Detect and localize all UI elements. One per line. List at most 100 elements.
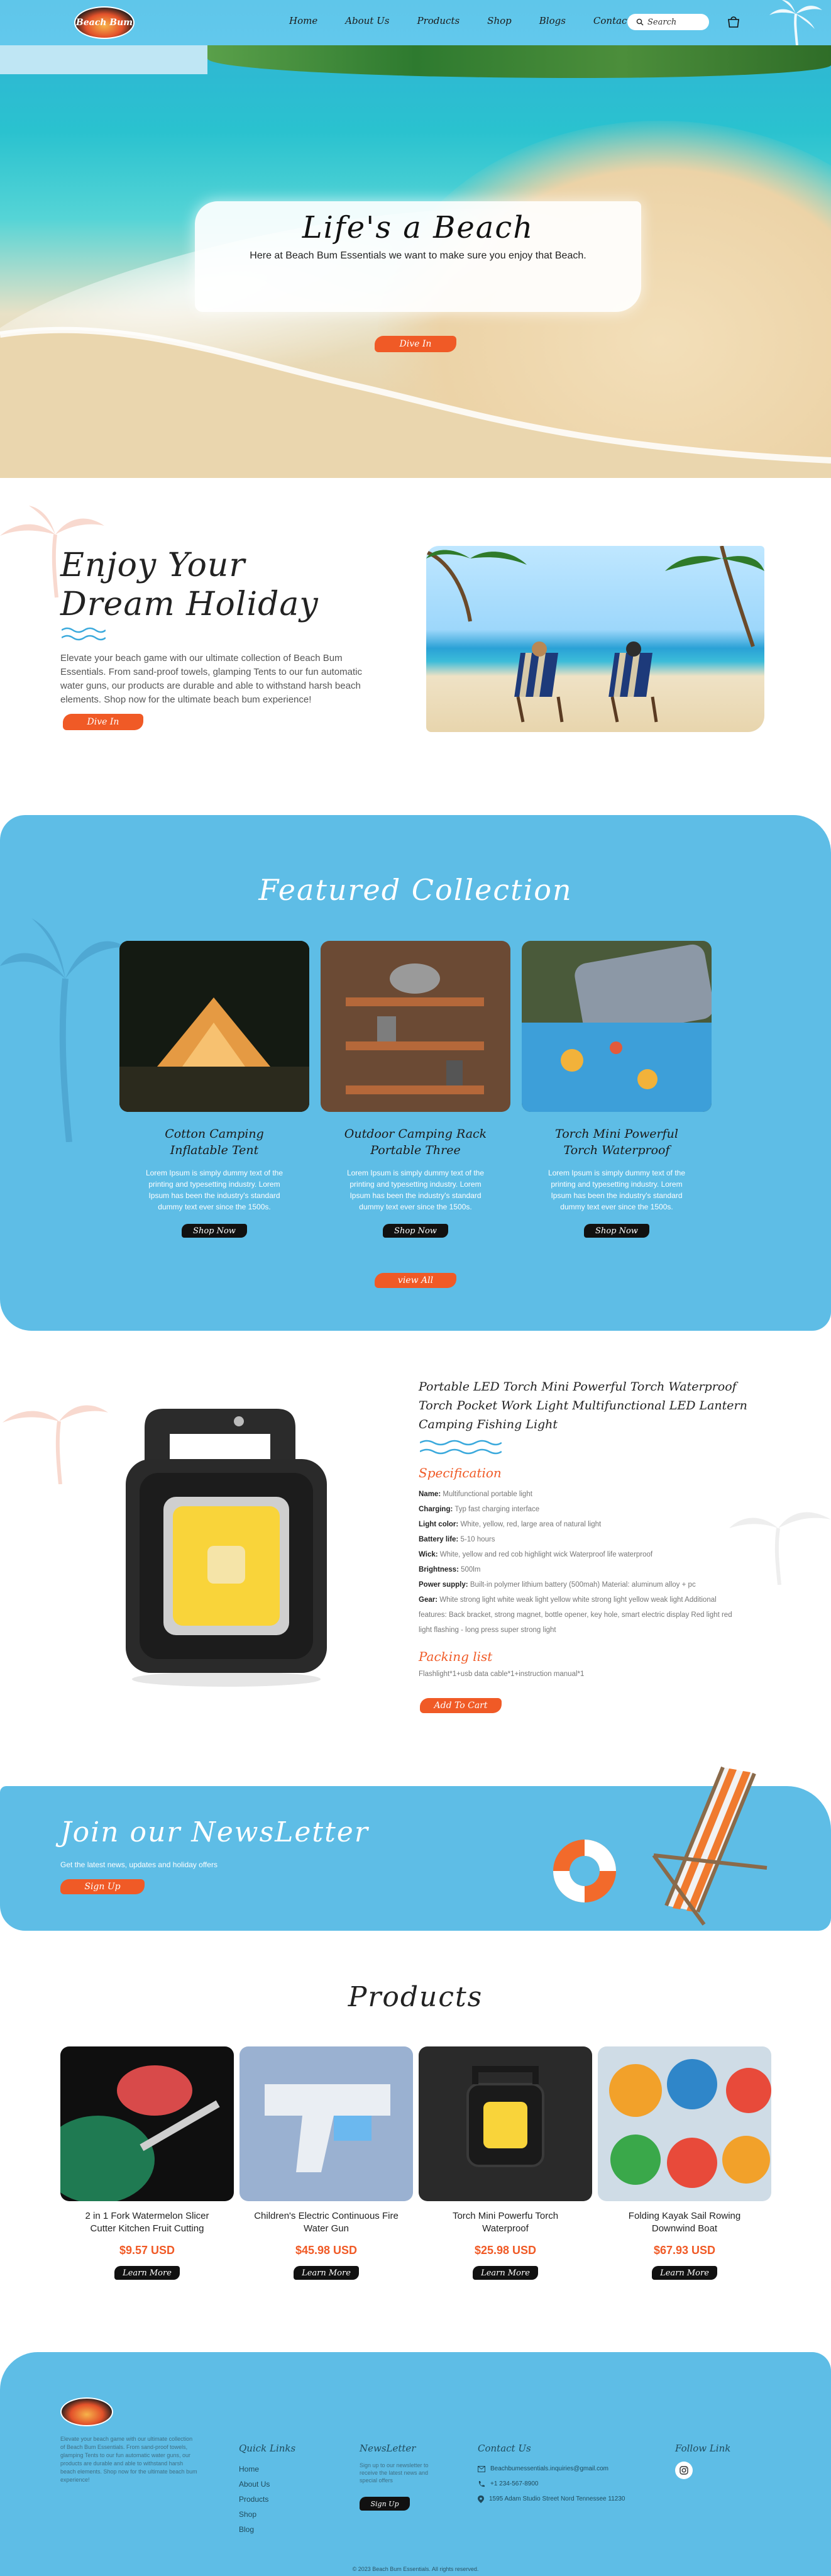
shop-now-button[interactable]: Shop Now bbox=[182, 1224, 247, 1238]
footer-signup-button[interactable]: Sign Up bbox=[360, 2497, 410, 2511]
main-nav: Home About Us Products Shop Blogs Contac… bbox=[289, 15, 647, 26]
featured-card: Outdoor Camping Rack Portable Three Lorem… bbox=[321, 941, 510, 1238]
learn-more-button[interactable]: Learn More bbox=[114, 2266, 180, 2280]
product-card[interactable]: Children's Electric Continuous Fire Wate… bbox=[239, 2046, 413, 2280]
hero-trees bbox=[207, 45, 831, 78]
holiday-title-line2: Dream Holiday bbox=[60, 586, 319, 623]
product-name: Folding Kayak Sail Rowing Downwind Boat bbox=[628, 2211, 741, 2234]
footer-link-about[interactable]: About Us bbox=[239, 2477, 295, 2492]
footer-contact: Contact Us Beachbumessentials.inquiries@… bbox=[478, 2443, 625, 2507]
footer-link-products[interactable]: Products bbox=[239, 2492, 295, 2507]
water-gun-image bbox=[239, 2046, 413, 2201]
palm-tree-decoration bbox=[769, 0, 822, 45]
footer-logo[interactable] bbox=[60, 2397, 113, 2426]
nav-home[interactable]: Home bbox=[289, 15, 317, 26]
watermelon-slicer-image bbox=[60, 2046, 234, 2201]
product-title: Portable LED Torch Mini Powerful Torch W… bbox=[419, 1380, 747, 1431]
footer-newsletter: NewsLetter Sign up to our newsletter to … bbox=[360, 2443, 435, 2511]
logo-text: Beach Bum bbox=[75, 18, 133, 28]
featured-name: Torch Mini Powerful Torch Waterproof bbox=[555, 1127, 678, 1157]
holiday-text: Elevate your beach game with our ultimat… bbox=[60, 653, 362, 705]
cart-icon[interactable] bbox=[727, 15, 740, 29]
follow-heading: Follow Link bbox=[675, 2443, 731, 2454]
camping-rack-image bbox=[321, 941, 510, 1112]
hero-title: Life's a Beach bbox=[302, 210, 534, 245]
beach-chairs-image bbox=[426, 546, 764, 732]
learn-more-button[interactable]: Learn More bbox=[473, 2266, 538, 2280]
product-card[interactable]: Folding Kayak Sail Rowing Downwind Boat … bbox=[598, 2046, 771, 2280]
product-price: $25.98 USD bbox=[474, 2244, 537, 2257]
search-placeholder: Search bbox=[647, 17, 677, 27]
product-name: Children's Electric Continuous Fire Wate… bbox=[254, 2211, 399, 2234]
featured-card: Cotton Camping Inflatable Tent Lorem Ipsu… bbox=[119, 941, 309, 1238]
featured-section: Featured Collection Cotton Camping Inflat… bbox=[0, 815, 831, 1331]
footer-follow: Follow Link bbox=[675, 2443, 730, 2479]
palm-decoration-left-2 bbox=[3, 1405, 108, 1484]
footer-newsletter-text: Sign up to our newsletter to receive the… bbox=[360, 2462, 429, 2484]
holiday-dive-in-button[interactable]: Dive In bbox=[63, 714, 143, 730]
kayak-sail-image bbox=[598, 2046, 771, 2201]
nav-products[interactable]: Products bbox=[417, 15, 460, 26]
life-ring-icon bbox=[553, 1840, 616, 1902]
featured-title: Featured Collection bbox=[258, 873, 573, 907]
product-card[interactable]: 2 in 1 Fork Watermelon Slicer Cutter Kit… bbox=[60, 2046, 234, 2280]
contact-phone[interactable]: +1 234-567-8900 bbox=[478, 2477, 625, 2492]
spec-heading: Specification bbox=[419, 1465, 502, 1480]
hero-sky bbox=[0, 45, 207, 74]
spec-row: Gear: White strong light white weak ligh… bbox=[419, 1596, 732, 1634]
spec-row: Light color: White, yellow, red, large a… bbox=[419, 1521, 602, 1528]
featured-text: Lorem Ipsum is simply dummy text of the … bbox=[145, 1169, 283, 1211]
spec-list: Name: Multifunctional portable light Cha… bbox=[419, 1487, 746, 1638]
copyright: © 2023 Beach Bum Essentials. All rights … bbox=[352, 2566, 479, 2572]
nav-about[interactable]: About Us bbox=[345, 15, 389, 26]
phone-icon bbox=[478, 2481, 485, 2487]
product-card[interactable]: Torch Mini Powerfu Torch Waterproof $25.… bbox=[419, 2046, 592, 2280]
shop-now-button[interactable]: Shop Now bbox=[584, 1224, 649, 1238]
quick-links: Quick Links Home About Us Products Shop … bbox=[239, 2443, 295, 2537]
nav-blogs[interactable]: Blogs bbox=[539, 15, 566, 26]
hero-shore-foam bbox=[0, 326, 831, 478]
product-name: 2 in 1 Fork Watermelon Slicer Cutter Kit… bbox=[85, 2211, 209, 2234]
learn-more-button[interactable]: Learn More bbox=[652, 2266, 717, 2280]
product-name: Torch Mini Powerfu Torch Waterproof bbox=[452, 2211, 559, 2234]
shop-now-button[interactable]: Shop Now bbox=[383, 1224, 448, 1238]
product-price: $45.98 USD bbox=[295, 2244, 358, 2257]
spec-row: Wick: White, yellow and red cob highligh… bbox=[419, 1551, 653, 1558]
search-icon bbox=[636, 18, 644, 26]
newsletter-section: Join our NewsLetter Get the latest news,… bbox=[0, 1766, 831, 1931]
led-torch-image bbox=[113, 1396, 339, 1692]
newsletter-subtitle: Get the latest news, updates and holiday… bbox=[60, 1860, 217, 1869]
site-header: Beach Bum Home About Us Products Shop Bl… bbox=[0, 0, 831, 45]
featured-name: Cotton Camping Inflatable Tent bbox=[165, 1127, 264, 1157]
wavy-lines-icon bbox=[420, 1440, 502, 1455]
beach-chair-icon bbox=[652, 1766, 768, 1926]
footer-link-shop[interactable]: Shop bbox=[239, 2507, 295, 2522]
add-to-cart-button[interactable]: Add To Cart bbox=[420, 1698, 502, 1713]
learn-more-button[interactable]: Learn More bbox=[294, 2266, 359, 2280]
hero-dive-in-button[interactable]: Dive In bbox=[375, 336, 456, 352]
holiday-title: Enjoy Your Dream Holiday bbox=[60, 546, 319, 624]
instagram-icon[interactable] bbox=[675, 2462, 693, 2479]
footer-newsletter-heading: NewsLetter bbox=[360, 2443, 416, 2454]
contact-heading: Contact Us bbox=[478, 2443, 531, 2454]
mail-icon bbox=[478, 2466, 485, 2472]
search-input[interactable]: Search bbox=[627, 14, 709, 30]
holiday-title-line1: Enjoy Your bbox=[60, 547, 246, 584]
tent-image bbox=[119, 941, 309, 1112]
contact-email[interactable]: Beachbumessentials.inquiries@gmail.com bbox=[478, 2462, 625, 2477]
spec-row: Name: Multifunctional portable light bbox=[419, 1491, 532, 1498]
spec-row: Charging: Typ fast charging interface bbox=[419, 1506, 540, 1513]
product-price: $67.93 USD bbox=[653, 2244, 716, 2257]
packing-text: Flashlight*1+usb data cable*1+instructio… bbox=[419, 1670, 585, 1678]
spec-row: Brightness: 500lm bbox=[419, 1566, 481, 1574]
footer-link-blog[interactable]: Blog bbox=[239, 2522, 295, 2537]
sleeping-mat-image bbox=[522, 941, 712, 1112]
newsletter-signup-button[interactable]: Sign Up bbox=[60, 1879, 145, 1894]
torch-image bbox=[419, 2046, 592, 2201]
footer-link-home[interactable]: Home bbox=[239, 2462, 295, 2477]
nav-shop[interactable]: Shop bbox=[487, 15, 512, 26]
view-all-button[interactable]: view All bbox=[375, 1273, 456, 1288]
site-logo[interactable]: Beach Bum bbox=[74, 6, 135, 39]
quick-links-heading: Quick Links bbox=[239, 2443, 296, 2454]
spec-row: Battery life: 5-10 hours bbox=[419, 1536, 495, 1543]
